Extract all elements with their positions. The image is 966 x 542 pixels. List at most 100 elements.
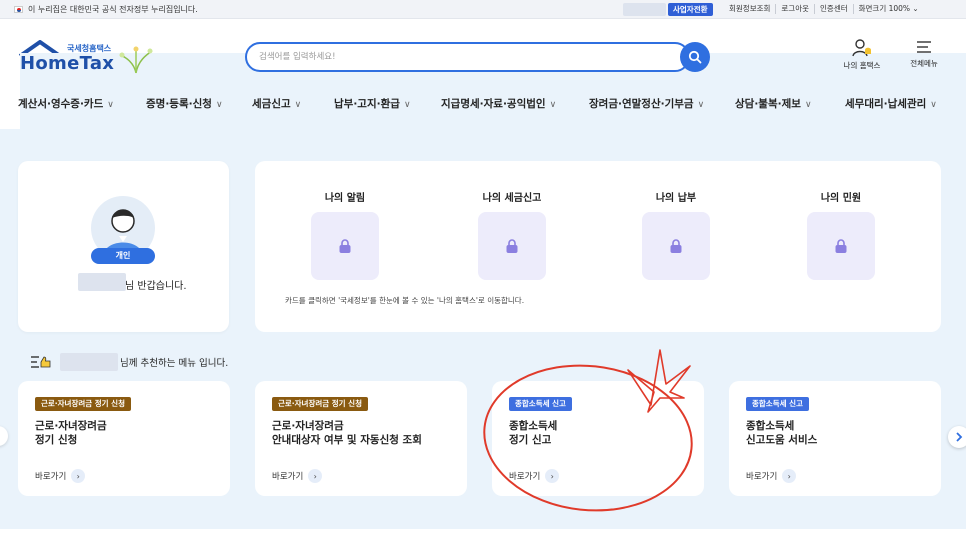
chevron-right-icon: › — [545, 469, 560, 483]
search-icon — [688, 50, 702, 64]
screen-size-dropdown[interactable]: 화면크기 100% ⌄ — [852, 4, 924, 14]
card-title: 종합소득세 정기 신고 — [509, 420, 558, 446]
nav-label: 장려금·연말정산·기부금 — [589, 98, 694, 110]
card-tile — [478, 212, 546, 280]
blurred-username — [60, 353, 118, 371]
chevron-down-icon: ∨ — [804, 100, 812, 110]
my-hometax-button[interactable]: 나의 홈택스 — [837, 38, 887, 71]
card-tag: 종합소득세 신고 — [509, 397, 572, 411]
my-tax-report-card[interactable]: 나의 세금신고 — [477, 189, 547, 280]
chevron-down-icon: ∨ — [549, 100, 557, 110]
nav-item-consulting[interactable]: 상담·불복·제보 ∨ — [735, 96, 812, 111]
gov-notice: 이 누리집은 대한민국 공식 전자정부 누리집입니다. — [14, 4, 198, 15]
shortcut-link[interactable]: 바로가기 › — [272, 469, 323, 483]
search-input[interactable] — [259, 49, 659, 65]
chevron-right-icon — [956, 432, 963, 442]
all-menu-button[interactable]: 전체메뉴 — [901, 38, 947, 69]
logout-link[interactable]: 로그아웃 — [775, 4, 814, 14]
lock-icon — [835, 239, 847, 253]
chevron-right-icon: › — [71, 469, 86, 483]
nav-label: 상담·불복·제보 — [735, 98, 801, 110]
lock-icon — [339, 239, 351, 253]
card-tile — [807, 212, 875, 280]
nav-label: 계산서·영수증·카드 — [18, 98, 104, 110]
my-alert-card[interactable]: 나의 알림 — [310, 189, 380, 280]
nav-label: 납부·고지·환급 — [334, 98, 400, 110]
profile-card: 개인 님 반갑습니다. — [18, 161, 229, 332]
card-tag: 근로·자녀장려금 정기 신청 — [35, 397, 131, 411]
chevron-down-icon: ∨ — [403, 100, 411, 110]
person-icon — [852, 39, 871, 57]
recommend-title-text: 님께 추천하는 메뉴 입니다. — [120, 358, 229, 369]
carousel-next-button[interactable] — [948, 426, 966, 448]
nav-item-incentives[interactable]: 장려금·연말정산·기부금 ∨ — [589, 96, 704, 111]
blurred-username — [623, 3, 666, 16]
member-info-link[interactable]: 회원정보조회 — [724, 4, 775, 14]
recommend-card[interactable]: 종합소득세 신고 종합소득세 정기 신고 바로가기 › — [492, 381, 704, 496]
top-links: 회원정보조회 로그아웃 인증센터 화면크기 100% ⌄ — [724, 4, 924, 14]
nav-item-tax-agent[interactable]: 세무대리·납세관리 ∨ — [845, 96, 937, 111]
search-bar — [245, 42, 690, 72]
greeting-text: 님 반갑습니다. — [125, 281, 187, 292]
gov-notice-text: 이 누리집은 대한민국 공식 전자정부 누리집입니다. — [28, 5, 198, 14]
lock-icon — [506, 239, 518, 253]
top-utility-bar: 이 누리집은 대한민국 공식 전자정부 누리집입니다. 사업자전환 회원정보조회… — [0, 0, 966, 19]
shortcut-link[interactable]: 바로가기 › — [509, 469, 560, 483]
chevron-down-icon: ∨ — [294, 100, 302, 110]
recommend-card[interactable]: 근로·자녀장려금 정기 신청 근로·자녀장려금 정기 신청 바로가기 › — [18, 381, 230, 496]
my-hometax-cards: 나의 알림 나의 세금신고 나의 납부 나의 민원 카드를 클릭하면 '국세정보… — [255, 161, 941, 332]
main-nav: 계산서·영수증·카드 ∨ 증명·등록·신청 ∨ 세금신고 ∨ 납부·고지·환급 ∨ 지급… — [0, 92, 966, 116]
card-tag: 종합소득세 신고 — [746, 397, 809, 411]
card-title: 나의 알림 — [324, 193, 366, 204]
korea-flag-icon — [14, 6, 23, 13]
chevron-down-icon: ∨ — [215, 100, 223, 110]
all-menu-label: 전체메뉴 — [910, 59, 938, 68]
nav-label: 증명·등록·신청 — [146, 98, 212, 110]
shortcut-label: 바로가기 — [272, 472, 304, 482]
nav-item-certificates[interactable]: 증명·등록·신청 ∨ — [146, 96, 223, 111]
shortcut-label: 바로가기 — [509, 472, 541, 482]
chevron-down-icon: ∨ — [930, 100, 937, 110]
nav-label: 지급명세·자료·공익법인 — [441, 98, 546, 110]
my-civil-petition-card[interactable]: 나의 민원 — [806, 189, 876, 280]
recommend-card[interactable]: 근로·자녀장려금 정기 신청 근로·자녀장려금 안내대상자 여부 및 자동신청 … — [255, 381, 467, 496]
nav-item-statements[interactable]: 지급명세·자료·공익법인 ∨ — [441, 96, 556, 111]
nav-item-invoices[interactable]: 계산서·영수증·카드 ∨ — [18, 96, 114, 111]
shortcut-label: 바로가기 — [746, 472, 778, 482]
blurred-username — [78, 273, 126, 291]
card-title: 나의 세금신고 — [482, 193, 542, 204]
business-switch-button[interactable]: 사업자전환 — [668, 3, 713, 16]
hometax-logo[interactable]: 국세청홈택스 HomeTax — [18, 38, 966, 453]
card-tile — [642, 212, 710, 280]
card-title: 근로·자녀장려금 안내대상자 여부 및 자동신청 조회 — [272, 420, 422, 446]
recommend-heading: 님께 추천하는 메뉴 입니다. — [30, 353, 228, 371]
my-payment-card[interactable]: 나의 납부 — [641, 189, 711, 280]
card-tag: 근로·자녀장려금 정기 신청 — [272, 397, 368, 411]
shortcut-link[interactable]: 바로가기 › — [35, 469, 86, 483]
my-hometax-label: 나의 홈택스 — [843, 61, 881, 70]
card-title: 근로·자녀장려금 정기 신청 — [35, 420, 107, 446]
menu-thumb-icon — [31, 356, 51, 368]
recommend-card[interactable]: 종합소득세 신고 종합소득세 신고도움 서비스 바로가기 › — [729, 381, 941, 496]
chevron-right-icon: › — [308, 469, 323, 483]
card-title: 나의 납부 — [655, 193, 697, 204]
chevron-right-icon: › — [782, 469, 797, 483]
cert-center-link[interactable]: 인증센터 — [814, 4, 853, 14]
nav-label: 세무대리·납세관리 — [845, 98, 927, 110]
hamburger-menu-icon — [917, 41, 931, 53]
nav-label: 세금신고 — [252, 98, 291, 110]
plant-decoration-icon — [119, 46, 153, 74]
card-title: 나의 민원 — [820, 193, 862, 204]
carousel-prev-button[interactable] — [0, 426, 8, 446]
chevron-down-icon: ∨ — [697, 100, 705, 110]
card-title: 종합소득세 신고도움 서비스 — [746, 420, 818, 446]
search-button[interactable] — [680, 42, 710, 72]
chevron-down-icon: ∨ — [107, 100, 114, 110]
nav-item-payment[interactable]: 납부·고지·환급 ∨ — [334, 96, 411, 111]
person-type-badge: 개인 — [91, 248, 155, 264]
shortcut-label: 바로가기 — [35, 472, 67, 482]
my-cards-hint: 카드를 클릭하면 '국세정보'를 한눈에 볼 수 있는 '나의 홈택스'로 이동… — [285, 296, 525, 305]
nav-item-tax-report[interactable]: 세금신고 ∨ — [252, 96, 301, 111]
card-tile — [311, 212, 379, 280]
shortcut-link[interactable]: 바로가기 › — [746, 469, 797, 483]
